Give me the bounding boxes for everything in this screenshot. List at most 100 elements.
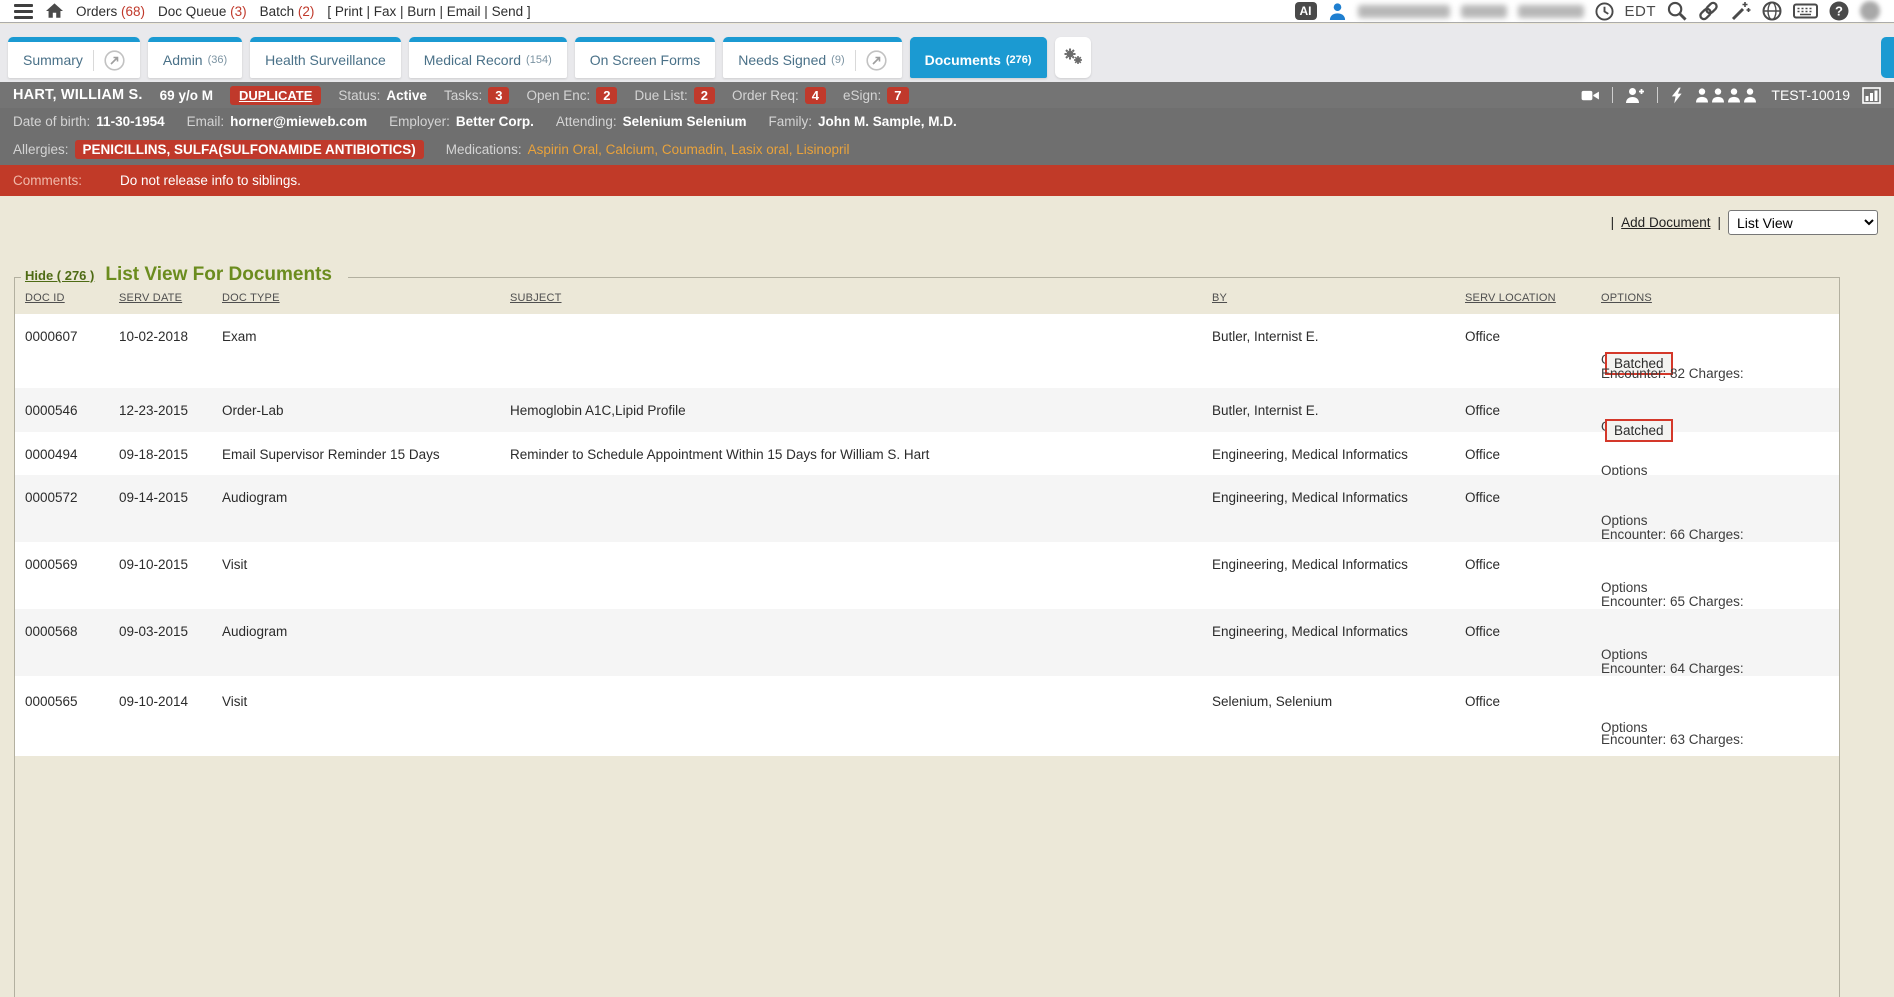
family-value: John M. Sample, M.D. [818,114,957,129]
menu-batch[interactable]: Batch (2) [260,4,315,19]
batch-action-burn[interactable]: Burn [407,4,447,19]
documents-toolbar: | Add Document | List View [1611,210,1878,235]
doc-by: Engineering, Medical Informatics [1212,624,1408,639]
email-label: Email: [187,114,225,129]
doc-id: 0000572 [25,490,78,505]
doc-id: 0000607 [25,329,78,344]
medication-link[interactable]: Aspirin Oral [528,142,606,157]
encounter-link[interactable]: Encounter: 63 Charges: [1601,732,1744,747]
serv-location: Office [1465,329,1500,344]
serv-location: Office [1465,403,1500,418]
batch-action-send[interactable]: Send [492,4,524,19]
redacted-role [1518,5,1584,18]
top-menubar: Orders (68) Doc Queue (3) Batch (2) Prin… [0,0,1894,23]
batch-action-email[interactable]: Email [447,4,492,19]
document-view-select[interactable]: List View [1728,210,1878,235]
col-by[interactable]: BY [1212,292,1227,304]
user-icon[interactable] [1328,2,1347,21]
esign-counter: eSign: 7 [843,87,909,104]
doc-row[interactable]: 0000494 09-18-2015 Email Supervisor Remi… [15,432,1839,475]
separator [1657,87,1658,103]
duplicate-badge[interactable]: DUPLICATE [230,86,321,105]
doc-row[interactable]: 0000546 12-23-2015 Order-Lab Hemoglobin … [15,388,1839,432]
doc-id: 0000568 [25,624,78,639]
col-options[interactable]: OPTIONS [1601,292,1652,304]
doc-row[interactable]: 0000568 09-03-2015 Audiogram Engineering… [15,609,1839,676]
tab-settings-button[interactable] [1055,37,1091,78]
allergies-medications-row: Allergies: PENICILLINS, SULFA(SULFONAMID… [0,134,1894,165]
tab-medical-record[interactable]: Medical Record (154) [409,37,567,78]
esign-badge[interactable]: 7 [887,87,908,104]
menu-doc-queue-count: (3) [230,4,247,19]
magic-wand-icon[interactable] [1730,1,1751,21]
menu-doc-queue[interactable]: Doc Queue (3) [158,4,247,19]
col-doc-type[interactable]: DOC TYPE [222,292,280,304]
doc-row[interactable]: 0000607 10-02-2018 Exam Butler, Internis… [15,314,1839,388]
ai-assistant-button[interactable]: AI [1295,2,1317,20]
medication-link[interactable]: Lasix oral [731,142,796,157]
add-person-icon[interactable] [1625,87,1645,104]
lightning-icon[interactable] [1670,87,1683,104]
encounter-link[interactable]: Encounter: 64 Charges: [1601,661,1744,676]
popout-arrow-icon[interactable] [93,50,125,71]
tab-documents[interactable]: Documents (276) [910,37,1047,78]
search-icon[interactable] [1667,1,1687,21]
clock-icon[interactable] [1595,2,1614,21]
tab-on-screen-forms[interactable]: On Screen Forms [575,37,715,78]
doc-subject: Hemoglobin A1C,Lipid Profile [510,403,686,418]
menu-orders[interactable]: Orders (68) [76,4,145,19]
chart-id: TEST-10019 [1771,87,1850,103]
redacted-username-2 [1461,5,1507,18]
open-enc-badge[interactable]: 2 [596,87,617,104]
due-list-label: Due List: [634,88,687,103]
encounter-link[interactable]: Encounter: 82 Charges: [1601,366,1744,381]
batch-action-fax[interactable]: Fax [374,4,408,19]
allergies-badge[interactable]: PENICILLINS, SULFA(SULFONAMIDE ANTIBIOTI… [75,140,424,159]
doc-row[interactable]: 0000572 09-14-2015 Audiogram Engineering… [15,475,1839,542]
hamburger-menu-icon[interactable] [14,4,33,19]
due-list-badge[interactable]: 2 [694,87,715,104]
options-link[interactable]: Options [1601,513,1648,528]
link-icon[interactable] [1698,1,1719,21]
col-doc-id[interactable]: DOC ID [25,292,65,304]
globe-icon[interactable] [1762,1,1782,21]
dob-label: Date of birth: [13,114,90,129]
medication-link[interactable]: Coumadin [662,142,731,157]
attending-value: Selenium Selenium [623,114,747,129]
family-label: Family: [768,114,812,129]
video-camera-icon[interactable] [1581,88,1600,103]
tasks-badge[interactable]: 3 [488,87,509,104]
patient-name: HART, WILLIAM S. [13,87,143,103]
tab-health-surveillance[interactable]: Health Surveillance [250,37,401,78]
medication-link[interactable]: Lisinopril [796,142,849,157]
tab-summary[interactable]: Summary [8,37,140,78]
encounter-link[interactable]: Encounter: 65 Charges: [1601,594,1744,609]
help-icon[interactable]: ? [1829,1,1849,21]
serv-date: 09-10-2015 [119,557,188,572]
bar-chart-icon[interactable] [1862,87,1881,104]
col-serv-date[interactable]: SERV DATE [119,292,182,304]
svg-text:?: ? [1835,4,1843,19]
medications-label: Medications: [446,142,522,157]
doc-row[interactable]: 0000565 09-10-2014 Visit Selenium, Selen… [15,676,1839,756]
serv-date: 09-03-2015 [119,624,188,639]
home-icon[interactable] [46,3,63,19]
tab-admin[interactable]: Admin (36) [148,37,242,78]
tab-overflow-button[interactable] [1881,37,1894,78]
medication-link[interactable]: Calcium [606,142,662,157]
doc-row[interactable]: 0000569 09-10-2015 Visit Engineering, Me… [15,542,1839,609]
popout-arrow-icon[interactable] [855,50,887,71]
tab-needs-signed[interactable]: Needs Signed (9) [723,37,901,78]
options-link[interactable]: Options [1601,580,1648,595]
order-req-badge[interactable]: 4 [805,87,826,104]
add-document-link[interactable]: Add Document [1621,215,1710,230]
col-serv-location[interactable]: SERV LOCATION [1465,292,1556,304]
col-subject[interactable]: SUBJECT [510,292,562,304]
documents-list-panel: Hide ( 276 ) List View For Documents DOC… [14,277,1840,997]
options-link[interactable]: Options [1601,647,1648,662]
group-icon[interactable] [1695,88,1759,103]
user-avatar-blurred[interactable] [1860,1,1880,21]
keyboard-icon[interactable] [1793,2,1818,20]
batch-action-print[interactable]: Print [335,4,374,19]
encounter-link[interactable]: Encounter: 66 Charges: [1601,527,1744,542]
